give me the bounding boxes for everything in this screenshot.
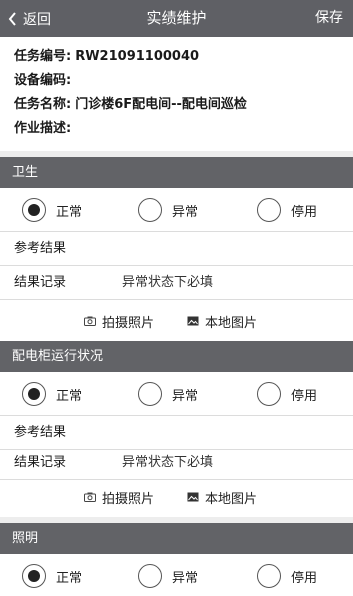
radio-label: 正常 xyxy=(56,570,83,586)
take-photo-button[interactable]: 拍摄照片 xyxy=(84,301,154,341)
radio-dot xyxy=(28,570,40,582)
device-code-row: 设备编码: xyxy=(14,69,353,93)
radio-disabled[interactable]: 停用 xyxy=(257,188,317,232)
task-desc-row: 作业描述: xyxy=(14,117,353,141)
task-desc-label: 作业描述: xyxy=(14,121,72,136)
page-title: 实绩维护 xyxy=(146,9,207,27)
radio-circle-selected xyxy=(22,564,46,588)
radio-circle xyxy=(138,382,162,406)
section-header-hygiene: 卫生 xyxy=(0,157,353,188)
radio-abnormal[interactable]: 异常 xyxy=(138,188,198,232)
task-info: 任务编号: RW21091100040 设备编码: 任务名称: 门诊楼6F配电间--… xyxy=(0,37,353,151)
task-number-label: 任务编号: xyxy=(14,49,72,64)
radio-label: 停用 xyxy=(291,388,318,404)
radio-label: 正常 xyxy=(56,388,83,404)
device-code-label: 设备编码: xyxy=(14,73,72,88)
image-icon xyxy=(187,316,199,326)
radio-label: 异常 xyxy=(172,388,199,404)
radio-circle xyxy=(138,198,162,222)
radio-label: 异常 xyxy=(172,570,199,586)
radio-circle-selected xyxy=(22,198,46,222)
radio-normal[interactable]: 正常 xyxy=(22,188,82,232)
radio-label: 正常 xyxy=(56,204,83,220)
radio-abnormal[interactable]: 异常 xyxy=(138,372,198,416)
radio-disabled[interactable]: 停用 xyxy=(257,372,317,416)
result-record-label: 结果记录 xyxy=(14,455,67,470)
result-record-row[interactable]: 结果记录 异常状态下必填 xyxy=(0,266,353,300)
radio-circle xyxy=(257,564,281,588)
take-photo-label: 拍摄照片 xyxy=(102,315,155,331)
result-record-label: 结果记录 xyxy=(14,275,67,290)
radio-normal[interactable]: 正常 xyxy=(22,554,82,596)
radio-label: 停用 xyxy=(291,570,318,586)
chevron-left-icon xyxy=(8,11,16,26)
reference-result-label: 参考结果 xyxy=(14,425,67,440)
radio-circle xyxy=(138,564,162,588)
image-icon xyxy=(187,492,199,502)
radio-abnormal[interactable]: 异常 xyxy=(138,554,198,596)
back-button[interactable]: 返回 xyxy=(8,0,51,37)
radio-circle xyxy=(257,198,281,222)
back-label: 返回 xyxy=(23,11,51,28)
task-number-row: 任务编号: RW21091100040 xyxy=(14,45,353,69)
reference-result-row: 参考结果 xyxy=(0,416,353,450)
photo-actions: 拍摄照片 本地图片 xyxy=(0,477,353,517)
result-record-row[interactable]: 结果记录 异常状态下必填 xyxy=(0,446,353,480)
local-image-button[interactable]: 本地图片 xyxy=(187,301,257,341)
radio-dot xyxy=(28,388,40,400)
local-image-button[interactable]: 本地图片 xyxy=(187,477,257,517)
task-name-label: 任务名称: xyxy=(14,97,72,112)
radio-label: 停用 xyxy=(291,204,318,220)
local-image-label: 本地图片 xyxy=(205,491,258,507)
reference-result-label: 参考结果 xyxy=(14,241,67,256)
radio-dot xyxy=(28,204,40,216)
camera-icon xyxy=(84,316,96,326)
task-name-value: 门诊楼6F配电间--配电间巡检 xyxy=(75,97,247,112)
section-header-lighting: 照明 xyxy=(0,523,353,554)
reference-result-row: 参考结果 xyxy=(0,232,353,266)
status-radio-group: 正常 异常 停用 xyxy=(0,188,353,232)
status-radio-group: 正常 异常 停用 xyxy=(0,372,353,416)
photo-actions: 拍摄照片 本地图片 xyxy=(0,301,353,341)
local-image-label: 本地图片 xyxy=(205,315,258,331)
camera-icon xyxy=(84,492,96,502)
save-button[interactable]: 保存 xyxy=(315,0,343,37)
task-number-value: RW21091100040 xyxy=(75,49,200,64)
section-header-cabinet: 配电柜运行状况 xyxy=(0,341,353,372)
radio-label: 异常 xyxy=(172,204,199,220)
take-photo-label: 拍摄照片 xyxy=(102,491,155,507)
status-radio-group: 正常 异常 停用 xyxy=(0,554,353,596)
result-record-input[interactable]: 异常状态下必填 xyxy=(122,446,213,480)
radio-circle xyxy=(257,382,281,406)
task-name-row: 任务名称: 门诊楼6F配电间--配电间巡检 xyxy=(14,93,353,117)
result-record-input[interactable]: 异常状态下必填 xyxy=(122,266,213,300)
take-photo-button[interactable]: 拍摄照片 xyxy=(84,477,154,517)
radio-normal[interactable]: 正常 xyxy=(22,372,82,416)
top-bar: 返回 实绩维护 保存 xyxy=(0,0,353,37)
radio-disabled[interactable]: 停用 xyxy=(257,554,317,596)
radio-circle-selected xyxy=(22,382,46,406)
